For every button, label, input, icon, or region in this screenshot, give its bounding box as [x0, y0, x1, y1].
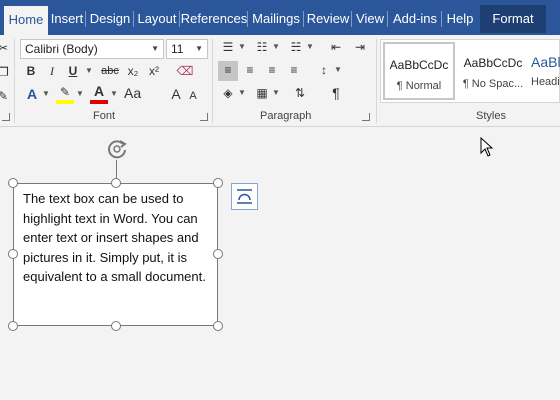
- decrease-indent-icon[interactable]: ⇤: [326, 38, 346, 58]
- font-family-combo[interactable]: Calibri (Body) ▼: [20, 39, 164, 59]
- resize-handle-top-left[interactable]: [8, 178, 18, 188]
- font-color-icon[interactable]: A: [90, 82, 108, 102]
- group-separator: [212, 39, 213, 123]
- tab-layout[interactable]: Layout: [134, 5, 180, 33]
- text-box[interactable]: The text box can be used to highlight te…: [13, 183, 218, 326]
- shading-icon[interactable]: ◈: [218, 84, 238, 104]
- font-group-label: Font: [93, 110, 116, 122]
- clear-formatting-icon[interactable]: ⌫: [176, 62, 194, 82]
- strikethrough-button[interactable]: abc: [98, 62, 122, 82]
- bold-button[interactable]: B: [22, 62, 40, 82]
- numbering-icon[interactable]: ☷: [252, 38, 272, 58]
- increase-indent-icon[interactable]: ⇥: [350, 38, 370, 58]
- borders-icon[interactable]: ▦: [252, 84, 272, 104]
- paragraph-group-label: Paragraph: [260, 110, 312, 122]
- clipboard-launcher-icon[interactable]: [2, 113, 10, 121]
- align-left-icon[interactable]: ≡: [218, 61, 238, 81]
- chevron-down-icon[interactable]: ▼: [42, 85, 50, 105]
- layout-options-icon: [237, 189, 252, 204]
- style-sample: AaBbCcDc: [463, 56, 523, 70]
- styles-gallery: AaBbCcDc ¶ Normal AaBbCcDc ¶ No Spac... …: [380, 39, 560, 103]
- cut-icon[interactable]: ✂: [0, 39, 8, 59]
- font-launcher-icon[interactable]: [200, 113, 208, 121]
- underline-button[interactable]: U: [64, 62, 82, 82]
- chevron-down-icon[interactable]: ▼: [85, 62, 93, 82]
- multilevel-list-icon[interactable]: ☵: [286, 38, 306, 58]
- ribbon-tab-bar: Home Insert Design Layout References Mai…: [0, 0, 560, 36]
- subscript-button[interactable]: x₂: [124, 62, 142, 82]
- grow-font-button[interactable]: A: [168, 85, 184, 105]
- change-case-icon[interactable]: Aa: [124, 84, 141, 104]
- chevron-down-icon[interactable]: ▼: [238, 38, 246, 58]
- style-no-spacing[interactable]: AaBbCcDc ¶ No Spac...: [457, 42, 529, 100]
- tab-design[interactable]: Design: [86, 5, 134, 33]
- resize-handle-bottom-left[interactable]: [8, 321, 18, 331]
- style-heading[interactable]: AaBl Headi: [531, 42, 560, 100]
- bullets-icon[interactable]: ☰: [218, 38, 238, 58]
- text-effects-icon[interactable]: A: [22, 85, 42, 105]
- resize-handle-bottom-right[interactable]: [213, 321, 223, 331]
- style-normal[interactable]: AaBbCcDc ¶ Normal: [383, 42, 455, 100]
- group-separator: [14, 39, 15, 123]
- tab-mailings[interactable]: Mailings: [248, 5, 304, 33]
- line-spacing-icon[interactable]: ↕: [314, 61, 334, 81]
- chevron-down-icon[interactable]: ▼: [272, 84, 280, 104]
- italic-button[interactable]: I: [44, 62, 60, 82]
- chevron-down-icon[interactable]: ▼: [306, 38, 314, 58]
- paragraph-launcher-icon[interactable]: [362, 113, 370, 121]
- chevron-down-icon: ▼: [195, 44, 203, 53]
- resize-handle-top[interactable]: [111, 178, 121, 188]
- rotate-handle-icon[interactable]: [106, 138, 128, 160]
- font-size-combo[interactable]: 11 ▼: [166, 39, 208, 59]
- align-right-icon[interactable]: ≡: [262, 61, 282, 81]
- shrink-font-button[interactable]: A: [186, 87, 200, 107]
- tab-home[interactable]: Home: [4, 6, 48, 36]
- resize-handle-left[interactable]: [8, 249, 18, 259]
- superscript-button[interactable]: x²: [145, 62, 163, 82]
- sort-icon[interactable]: ⇅: [290, 84, 310, 104]
- tab-insert[interactable]: Insert: [48, 5, 86, 33]
- text-box-content[interactable]: The text box can be used to highlight te…: [23, 189, 213, 287]
- tab-references[interactable]: References: [180, 5, 248, 33]
- chevron-down-icon[interactable]: ▼: [272, 38, 280, 58]
- tab-format[interactable]: Format: [480, 5, 546, 33]
- show-hide-button[interactable]: ¶: [326, 84, 346, 104]
- tab-addins[interactable]: Add-ins: [388, 5, 442, 33]
- chevron-down-icon: ▼: [151, 44, 159, 53]
- font-size-value: 11: [171, 42, 184, 56]
- resize-handle-top-right[interactable]: [213, 178, 223, 188]
- resize-handle-right[interactable]: [213, 249, 223, 259]
- group-separator: [376, 39, 377, 123]
- font-color-swatch: [90, 100, 108, 104]
- justify-icon[interactable]: ≡: [284, 61, 304, 81]
- chevron-down-icon[interactable]: ▼: [76, 85, 84, 105]
- tab-view[interactable]: View: [352, 5, 388, 33]
- resize-handle-bottom[interactable]: [111, 321, 121, 331]
- tab-help[interactable]: Help: [442, 5, 478, 33]
- ribbon: ✂ ❐ ✎ Calibri (Body) ▼ 11 ▼ B I U ▼ abc …: [0, 35, 560, 127]
- layout-options-button[interactable]: [231, 183, 258, 210]
- align-center-icon[interactable]: ≡: [240, 61, 260, 81]
- copy-icon[interactable]: ❐: [0, 63, 9, 83]
- style-sample: AaBbCcDc: [389, 58, 449, 72]
- chevron-down-icon[interactable]: ▼: [334, 61, 342, 81]
- style-name: ¶ No Spac...: [462, 78, 524, 90]
- tab-review[interactable]: Review: [304, 5, 352, 33]
- highlight-color-swatch: [56, 100, 74, 104]
- style-sample: AaBl: [531, 54, 560, 70]
- chevron-down-icon[interactable]: ▼: [238, 84, 246, 104]
- format-painter-icon[interactable]: ✎: [0, 87, 8, 107]
- mouse-pointer-icon: [480, 137, 494, 157]
- chevron-down-icon[interactable]: ▼: [110, 85, 118, 105]
- font-family-value: Calibri (Body): [25, 42, 98, 56]
- style-name: Headi: [531, 76, 560, 88]
- styles-group-label: Styles: [476, 110, 506, 122]
- style-name: ¶ Normal: [396, 80, 442, 92]
